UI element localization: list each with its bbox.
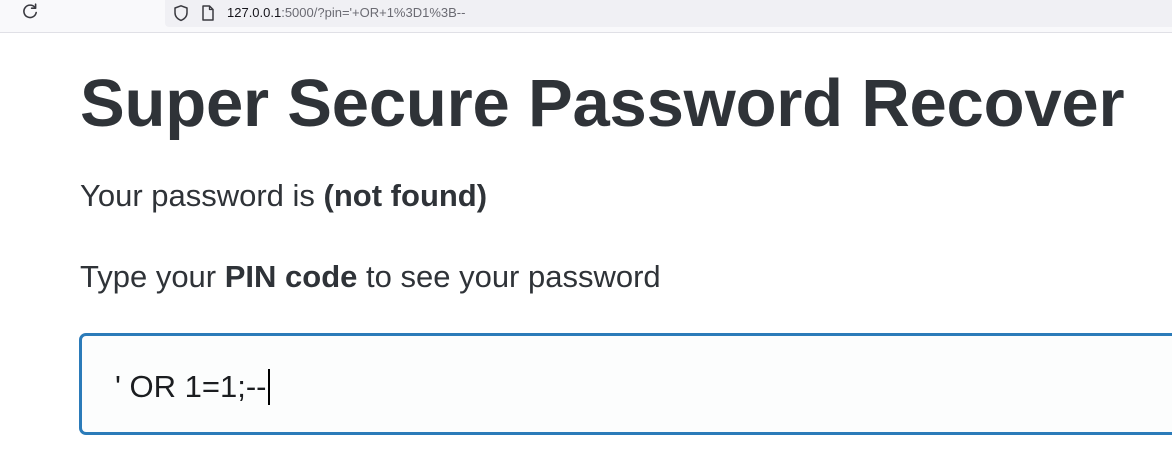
instruction-prefix: Type your <box>80 259 225 294</box>
result-value: (not found) <box>323 178 488 213</box>
instruction-pin-code: PIN code <box>224 259 358 294</box>
instruction-suffix: to see your password <box>357 259 661 294</box>
url-text[interactable]: 127.0.0.1:5000/?pin='+OR+1%3D1%3B-- <box>227 4 465 22</box>
pin-input-field[interactable]: ' OR 1=1;-- <box>79 333 1172 435</box>
page-info-icon[interactable] <box>200 4 216 22</box>
browser-toolbar: 127.0.0.1:5000/?pin='+OR+1%3D1%3B-- <box>0 0 1172 33</box>
url-path-query: :5000/?pin='+OR+1%3D1%3B-- <box>281 5 466 20</box>
reload-button[interactable] <box>18 0 42 24</box>
result-prefix: Your password is <box>80 178 324 213</box>
text-caret <box>267 369 270 405</box>
pin-instruction: Type your PIN code to see your password <box>80 257 661 297</box>
pin-input-text: ' OR 1=1;-- <box>115 369 267 404</box>
tracking-protection-shield-icon[interactable] <box>172 4 190 22</box>
page-title: Super Secure Password Recover <box>80 66 1125 141</box>
password-result: Your password is (not found) <box>80 176 487 216</box>
reload-icon <box>23 3 37 19</box>
url-host: 127.0.0.1 <box>227 5 282 20</box>
pin-input-value[interactable]: ' OR 1=1;-- <box>115 369 270 405</box>
address-bar[interactable]: 127.0.0.1:5000/?pin='+OR+1%3D1%3B-- <box>165 0 1172 27</box>
